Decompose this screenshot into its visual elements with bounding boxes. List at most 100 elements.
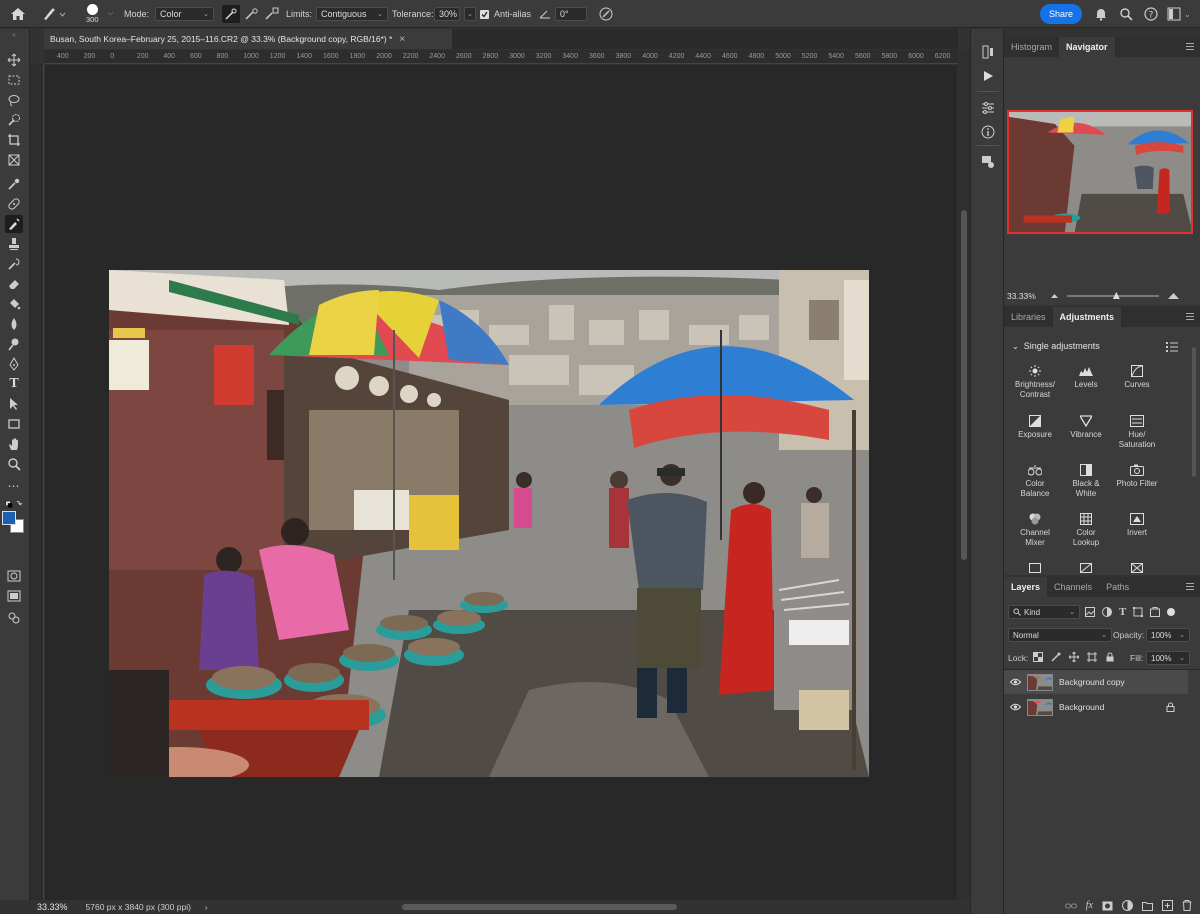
panel-menu-icon[interactable]: [1186, 583, 1194, 590]
zoom-slider-handle[interactable]: [1112, 292, 1120, 299]
close-icon[interactable]: ×: [399, 34, 405, 45]
lasso-tool-icon[interactable]: [5, 91, 23, 109]
share-button[interactable]: Share: [1040, 4, 1082, 24]
dodge-tool-icon[interactable]: [5, 335, 23, 353]
add-mask-icon[interactable]: [1102, 901, 1113, 911]
home-icon[interactable]: [10, 0, 26, 28]
visibility-eye-icon[interactable]: [1010, 703, 1021, 711]
adjustment-vibrance[interactable]: Vibrance: [1063, 415, 1109, 440]
zoom-out-icon[interactable]: [1050, 293, 1059, 299]
more-tools-icon[interactable]: ⋯: [5, 477, 23, 495]
adjustment-hue-saturation[interactable]: Hue/ Saturation: [1114, 415, 1160, 450]
angle-input[interactable]: 0°: [555, 7, 587, 21]
adjustment-brightness-contrast[interactable]: Brightness/ Contrast: [1012, 365, 1058, 400]
tab-libraries[interactable]: Libraries: [1004, 307, 1053, 327]
lock-position-icon[interactable]: [1069, 652, 1079, 662]
paint-bucket-tool-icon[interactable]: [5, 295, 23, 313]
path-selection-tool-icon[interactable]: [5, 395, 23, 413]
adjustment-color-lookup[interactable]: Color Lookup: [1063, 513, 1109, 548]
sampling-swatch-icon[interactable]: [264, 0, 280, 28]
tab-navigator[interactable]: Navigator: [1059, 37, 1115, 57]
mode-select[interactable]: Color ⌄: [155, 7, 214, 21]
lock-transparent-pixels-icon[interactable]: [1033, 652, 1043, 662]
sampling-once-icon[interactable]: [244, 0, 260, 28]
filter-type-icon[interactable]: T: [1119, 607, 1126, 618]
document-image[interactable]: [109, 270, 869, 777]
filter-toggle-icon[interactable]: [1167, 608, 1176, 616]
search-icon[interactable]: [1119, 0, 1133, 28]
lock-image-pixels-icon[interactable]: [1051, 652, 1061, 662]
pen-tool-icon[interactable]: [5, 355, 23, 373]
tab-histogram[interactable]: Histogram: [1004, 37, 1059, 57]
tab-channels[interactable]: Channels: [1047, 577, 1099, 597]
adjustment-exposure[interactable]: Exposure: [1012, 415, 1058, 440]
help-icon[interactable]: ?: [1144, 0, 1158, 28]
layer-row-background-copy[interactable]: Background copy: [1004, 670, 1188, 694]
layer-row-background[interactable]: Background: [1004, 695, 1188, 719]
frame-tool-icon[interactable]: [5, 151, 23, 169]
canvas-horizontal-scrollbar[interactable]: [402, 904, 677, 910]
rectangle-tool-icon[interactable]: [5, 415, 23, 433]
color-replacement-tool-icon[interactable]: [5, 215, 23, 233]
adjustment-levels[interactable]: Levels: [1063, 365, 1109, 390]
adjustment-posterize[interactable]: [1012, 562, 1058, 575]
toolbar-collapse-icon[interactable]: «: [5, 31, 23, 39]
filter-smart-object-icon[interactable]: [1150, 607, 1161, 617]
eraser-tool-icon[interactable]: [5, 275, 23, 293]
screen-mode-icon[interactable]: [5, 587, 23, 605]
brush-size-picker[interactable]: 300: [86, 0, 99, 28]
document-tab[interactable]: Busan, South Korea–February 25, 2015–116…: [44, 29, 452, 49]
hand-tool-icon[interactable]: [5, 435, 23, 453]
move-tool-icon[interactable]: [5, 51, 23, 69]
panel-menu-icon[interactable]: [1186, 43, 1194, 50]
tab-paths[interactable]: Paths: [1099, 577, 1136, 597]
marquee-tool-icon[interactable]: [5, 71, 23, 89]
tolerance-dropdown-icon[interactable]: ⌄: [464, 0, 476, 28]
adjustment-invert[interactable]: Invert: [1114, 513, 1160, 538]
info-icon[interactable]: [979, 123, 997, 141]
workspace-icon[interactable]: [1167, 0, 1181, 28]
link-layers-icon[interactable]: [1064, 902, 1077, 910]
lock-all-icon[interactable]: [1105, 652, 1115, 662]
zoom-readout[interactable]: 33.33%: [37, 902, 68, 912]
adjustment-photo-filter[interactable]: Photo Filter: [1114, 464, 1160, 489]
tab-layers[interactable]: Layers: [1004, 577, 1048, 597]
visibility-eye-icon[interactable]: [1010, 678, 1021, 686]
clone-stamp-tool-icon[interactable]: [5, 235, 23, 253]
tolerance-input[interactable]: 30%: [434, 7, 460, 21]
layer-filter-select[interactable]: Kind ⌄: [1008, 605, 1080, 619]
quick-selection-tool-icon[interactable]: [5, 111, 23, 129]
zoom-in-icon[interactable]: [1167, 292, 1180, 300]
blend-mode-select[interactable]: Normal ⌄: [1008, 628, 1112, 642]
crop-tool-icon[interactable]: [5, 131, 23, 149]
lock-artboard-icon[interactable]: [1087, 652, 1097, 662]
tool-preset-picker[interactable]: [42, 0, 66, 28]
share-for-review-icon[interactable]: [5, 609, 23, 627]
adjustment-gradient-map[interactable]: [1114, 562, 1160, 575]
foreground-color-swatch[interactable]: [2, 511, 16, 525]
swap-colors-icon[interactable]: [5, 497, 23, 511]
spot-healing-tool-icon[interactable]: [5, 195, 23, 213]
new-layer-icon[interactable]: [1162, 900, 1173, 911]
history-brush-tool-icon[interactable]: [5, 255, 23, 273]
adjustment-color-balance[interactable]: Color Balance: [1012, 464, 1058, 499]
filter-adjustment-icon[interactable]: [1102, 607, 1112, 617]
chevron-down-icon[interactable]: ⌵: [108, 0, 113, 28]
fill-input[interactable]: 100% ⌄: [1146, 651, 1190, 665]
panel-menu-icon[interactable]: [1186, 313, 1194, 320]
zoom-tool-icon[interactable]: [5, 455, 23, 473]
canvas-vertical-scrollbar[interactable]: [958, 50, 970, 900]
adjustment-black-white[interactable]: Black & White: [1063, 464, 1109, 499]
limits-select[interactable]: Contiguous ⌄: [316, 7, 388, 21]
eyedropper-tool-icon[interactable]: [5, 175, 23, 193]
adjustment-channel-mixer[interactable]: Channel Mixer: [1012, 513, 1058, 548]
navigator-zoom-value[interactable]: 33.33%: [1007, 291, 1036, 301]
delete-layer-icon[interactable]: [1182, 900, 1192, 911]
opacity-input[interactable]: 100% ⌄: [1146, 628, 1190, 642]
comments-icon[interactable]: [979, 153, 997, 171]
actions-play-icon[interactable]: [979, 67, 997, 85]
layer-style-fx-icon[interactable]: fx: [1086, 900, 1093, 911]
status-menu-chevron-icon[interactable]: ›: [205, 902, 208, 912]
properties-icon[interactable]: [979, 99, 997, 117]
filter-shape-icon[interactable]: [1133, 607, 1144, 617]
